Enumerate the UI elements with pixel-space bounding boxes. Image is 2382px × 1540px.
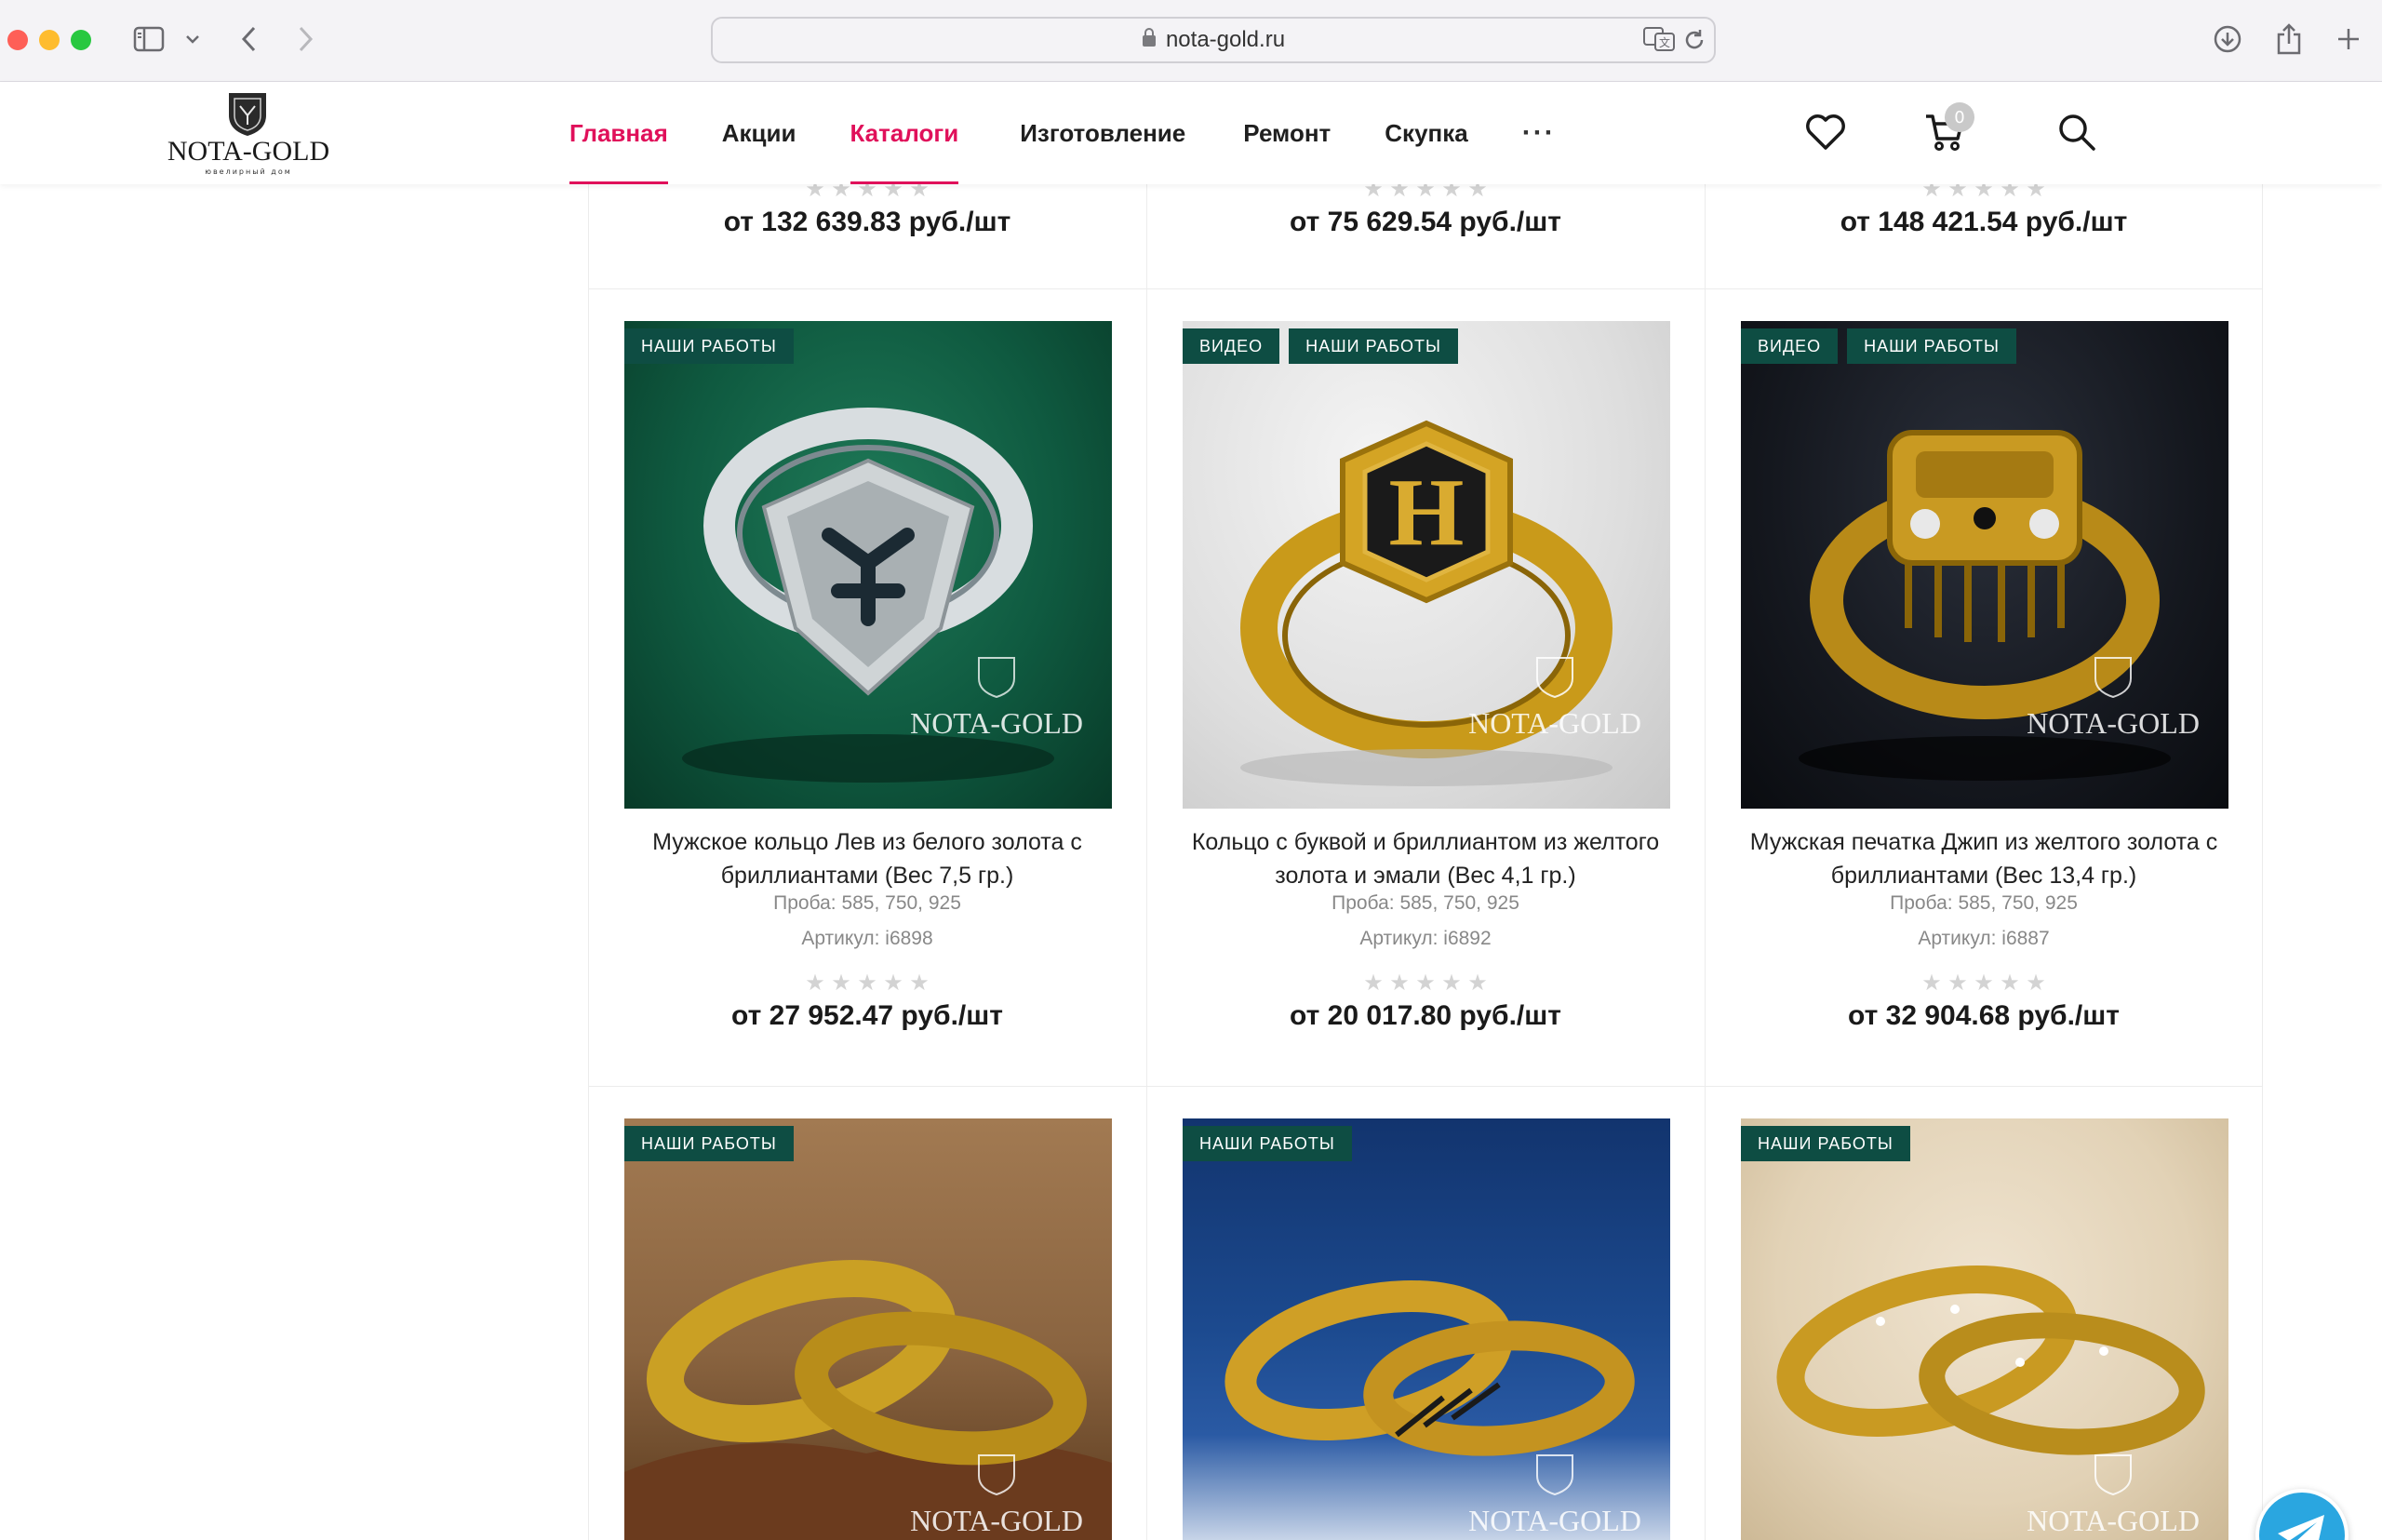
rating-stars[interactable]: ★ ★ ★ ★ ★ — [1147, 971, 1704, 994]
product-proba: Проба: 585, 750, 925 — [773, 892, 961, 914]
address-bar[interactable]: nota-gold.ru 文 — [711, 17, 1716, 63]
share-icon[interactable] — [2270, 19, 2308, 60]
product-article: Артикул: i6887 — [1918, 928, 2050, 949]
product-card[interactable]: H ВИДЕО НАШИ РАБОТЫ NOTA-GOLD Кольцо с б… — [1147, 321, 1704, 1065]
crest-icon — [1536, 1454, 1573, 1496]
product-image[interactable]: НАШИ РАБОТЫ NOTA-GOLD — [1741, 1118, 2228, 1540]
badge-group: ВИДЕО НАШИ РАБОТЫ — [1741, 328, 2016, 364]
watermark-logo: NOTA-GOLD — [894, 656, 1099, 741]
svg-text:文: 文 — [1659, 35, 1670, 49]
product-card-prev[interactable]: ★ ★ ★ ★ ★ от 75 629.54 руб./шт — [1147, 178, 1704, 288]
telegram-chat-button[interactable] — [2255, 1489, 2349, 1540]
rating-stars[interactable]: ★ ★ ★ ★ ★ — [1706, 971, 2262, 994]
nav-home[interactable]: Главная — [569, 82, 668, 184]
badge-video: ВИДЕО — [1741, 328, 1839, 364]
badge-group: НАШИ РАБОТЫ — [1183, 1126, 1352, 1161]
reload-icon[interactable] — [1682, 28, 1706, 56]
product-card[interactable]: ВИДЕО НАШИ РАБОТЫ NOTA-GOLD Мужская печа… — [1706, 321, 2262, 1065]
nav-manufacturing[interactable]: Изготовление — [1020, 82, 1185, 184]
svg-text:H: H — [1389, 459, 1465, 566]
forward-icon[interactable] — [292, 19, 320, 60]
product-image[interactable]: H ВИДЕО НАШИ РАБОТЫ NOTA-GOLD — [1183, 321, 1670, 809]
product-grid: ★ ★ ★ ★ ★ от 132 639.83 руб./шт ★ ★ ★ ★ ★ от 75 … — [588, 178, 2263, 1540]
url-text: nota-gold.ru — [1165, 27, 1286, 52]
watermark-logo: NOTA-GOLD — [1452, 1453, 1657, 1538]
crest-icon — [1536, 657, 1573, 699]
badge-our-works: НАШИ РАБОТЫ — [624, 1126, 794, 1161]
product-card-prev[interactable]: ★ ★ ★ ★ ★ от 132 639.83 руб./шт — [589, 178, 1145, 288]
site-header: NOTA-GOLD ювелирный дом Главная Акции Ка… — [0, 82, 2382, 184]
product-title[interactable]: Мужская печатка Джип из желтого золота с… — [1715, 825, 2253, 892]
wishlist-heart-icon[interactable] — [1798, 104, 1853, 160]
product-price: от 27 952.47 руб./шт — [731, 1000, 1003, 1031]
product-image[interactable]: ВИДЕО НАШИ РАБОТЫ NOTA-GOLD — [1741, 321, 2228, 809]
badge-group: НАШИ РАБОТЫ — [624, 1126, 794, 1161]
chevron-down-icon[interactable] — [182, 19, 203, 60]
product-price: от 132 639.83 руб./шт — [723, 207, 1011, 237]
watermark-logo: NOTA-GOLD — [894, 1453, 1099, 1538]
lock-icon — [1142, 27, 1157, 54]
badge-video: ВИДЕО — [1183, 328, 1280, 364]
logo-subtitle: ювелирный дом — [205, 167, 292, 176]
zoom-window-button[interactable] — [71, 30, 91, 50]
nav-repair[interactable]: Ремонт — [1243, 82, 1331, 184]
translate-icon[interactable]: 文 — [1643, 26, 1675, 56]
rating-stars[interactable]: ★ ★ ★ ★ ★ — [589, 971, 1145, 994]
badge-our-works: НАШИ РАБОТЫ — [1183, 1126, 1352, 1161]
nav-buyback[interactable]: Скупка — [1385, 82, 1467, 184]
nav-promotions[interactable]: Акции — [722, 82, 796, 184]
product-card-prev[interactable]: ★ ★ ★ ★ ★ от 148 421.54 руб./шт — [1706, 178, 2262, 288]
logo-wordmark: NOTA-GOLD — [167, 136, 330, 167]
badge-our-works: НАШИ РАБОТЫ — [1741, 1126, 1910, 1161]
watermark-logo: NOTA-GOLD — [2011, 656, 2215, 741]
watermark-logo: NOTA-GOLD — [1452, 656, 1657, 741]
product-proba: Проба: 585, 750, 925 — [1332, 892, 1519, 914]
crest-icon — [978, 1454, 1015, 1496]
product-card[interactable]: НАШИ РАБОТЫ NOTA-GOLD Мужское кольцо Лев… — [589, 321, 1145, 1065]
watermark-logo: NOTA-GOLD — [2011, 1453, 2215, 1538]
product-price: от 148 421.54 руб./шт — [1840, 207, 2128, 237]
minimize-window-button[interactable] — [39, 30, 60, 50]
badge-our-works: НАШИ РАБОТЫ — [1847, 328, 2016, 364]
product-title[interactable]: Мужское кольцо Лев из белого золота с бр… — [598, 825, 1136, 892]
product-image[interactable]: НАШИ РАБОТЫ NOTA-GOLD — [1183, 1118, 1670, 1540]
product-title[interactable]: Кольцо с буквой и бриллиантом из желтого… — [1157, 825, 1694, 892]
sidebar-toggle-icon[interactable] — [130, 19, 167, 60]
badge-group: НАШИ РАБОТЫ — [624, 328, 794, 364]
product-article: Артикул: i6898 — [801, 928, 933, 949]
downloads-icon[interactable] — [2209, 19, 2246, 60]
nav-catalogs[interactable]: Каталоги — [850, 82, 958, 184]
badge-group: ВИДЕО НАШИ РАБОТЫ — [1183, 328, 1458, 364]
crest-icon — [2094, 1454, 2132, 1496]
product-article: Артикул: i6892 — [1359, 928, 1492, 949]
browser-toolbar: nota-gold.ru 文 — [0, 0, 2382, 82]
new-tab-icon[interactable] — [2330, 19, 2367, 60]
product-proba: Проба: 585, 750, 925 — [1890, 892, 2078, 914]
product-card[interactable]: НАШИ РАБОТЫ NOTA-GOLD — [589, 1118, 1145, 1540]
crest-icon — [978, 657, 1015, 699]
nav-more-button[interactable]: ··· — [1522, 82, 1556, 184]
crest-icon — [229, 93, 266, 136]
badge-group: НАШИ РАБОТЫ — [1741, 1126, 1910, 1161]
badge-our-works: НАШИ РАБОТЫ — [1289, 328, 1458, 364]
product-price: от 75 629.54 руб./шт — [1290, 207, 1561, 237]
product-card[interactable]: НАШИ РАБОТЫ NOTA-GOLD — [1706, 1118, 2262, 1540]
search-icon[interactable] — [2049, 104, 2105, 160]
badge-our-works: НАШИ РАБОТЫ — [624, 328, 794, 364]
product-price: от 32 904.68 руб./шт — [1848, 1000, 2120, 1031]
main-nav: Главная Акции Каталоги Изготовление Ремо… — [569, 82, 1610, 184]
product-card[interactable]: НАШИ РАБОТЫ NOTA-GOLD — [1147, 1118, 1704, 1540]
product-price: от 20 017.80 руб./шт — [1290, 1000, 1561, 1031]
product-image[interactable]: НАШИ РАБОТЫ NOTA-GOLD — [624, 1118, 1112, 1540]
product-image[interactable]: НАШИ РАБОТЫ NOTA-GOLD — [624, 321, 1112, 809]
back-icon[interactable] — [234, 19, 262, 60]
crest-icon — [2094, 657, 2132, 699]
site-logo[interactable]: NOTA-GOLD ювелирный дом — [160, 91, 337, 177]
cart-count-badge: 0 — [1945, 102, 1974, 132]
telegram-icon — [2278, 1515, 2324, 1540]
close-window-button[interactable] — [7, 30, 28, 50]
